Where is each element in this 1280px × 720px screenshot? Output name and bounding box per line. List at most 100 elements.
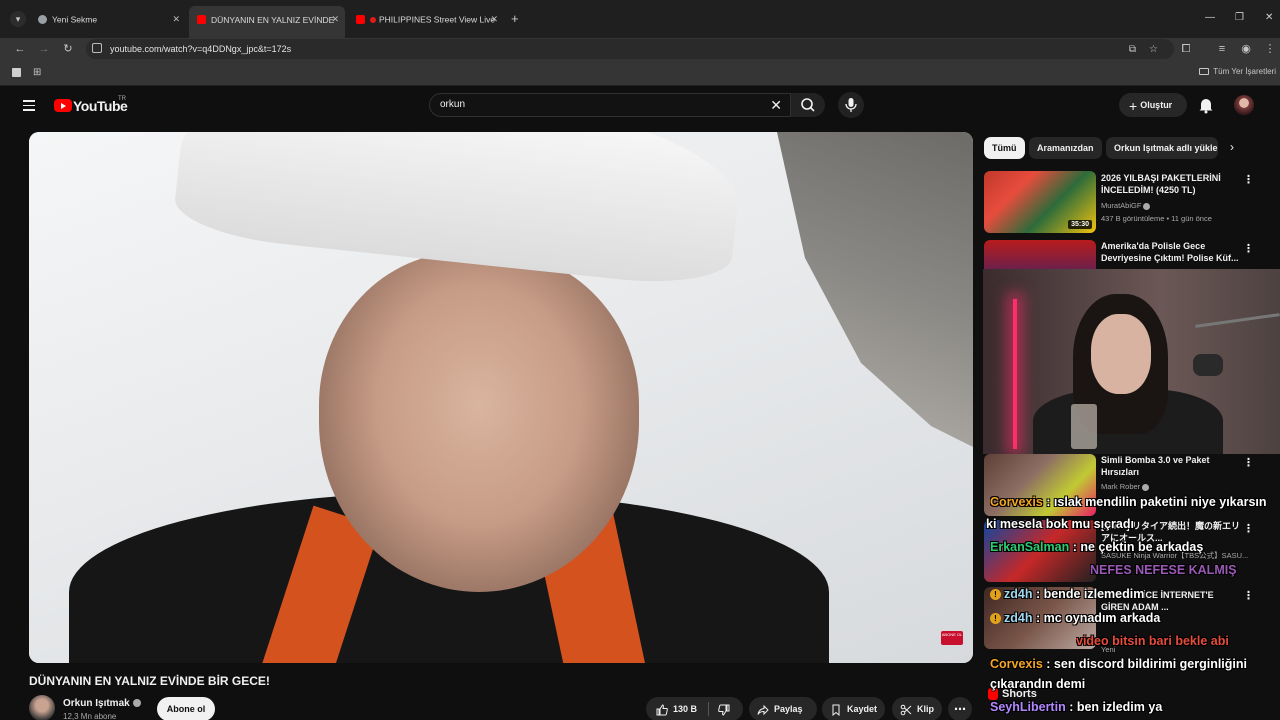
like-button[interactable]: 130 B — [656, 697, 697, 720]
save-label: Kaydet — [847, 704, 878, 714]
media-icon[interactable]: ≡ — [1214, 41, 1230, 57]
create-button[interactable]: + Oluştur — [1119, 93, 1187, 117]
address-bar[interactable]: youtube.com/watch?v=q4DDNgx_jpc&t=172s ⧉… — [86, 39, 1174, 59]
chat-text: çıkarandın demi — [990, 677, 1086, 691]
bookmark-star-icon[interactable]: ☆ — [1149, 43, 1158, 57]
account-avatar[interactable] — [1234, 95, 1254, 115]
all-bookmarks[interactable]: Tüm Yer İşaretleri — [1199, 67, 1276, 76]
tab-groups-icon[interactable]: ⊞ — [33, 67, 41, 78]
chat-message: ! zd4h : mc oynadım arkada — [990, 608, 1280, 628]
recommended-video[interactable]: 35:30 2026 YILBAŞI PAKETLERİNİ İNCELEDİM… — [984, 171, 1259, 233]
country-code: TR — [118, 96, 126, 102]
tab-search-button[interactable]: ▾ — [10, 11, 26, 27]
window-close-icon[interactable]: ✕ — [1265, 12, 1273, 23]
chat-text: mc oynadım arkada — [1043, 611, 1161, 625]
search-input[interactable]: orkun ✕ — [429, 93, 791, 117]
youtube-icon — [197, 15, 206, 25]
share-button[interactable]: Paylaş — [749, 697, 817, 720]
tab-title: Yeni Sekme — [52, 14, 98, 25]
forward-icon[interactable]: → — [36, 41, 52, 57]
chat-message: çıkarandın demi — [990, 674, 1280, 694]
minimize-icon[interactable]: — — [1205, 12, 1215, 23]
profile-icon[interactable]: ◉ — [1238, 41, 1254, 57]
tab-live[interactable]: PHILIPPINES Street View Live ✕ — [348, 9, 504, 30]
video-player[interactable]: ABONE OL — [29, 132, 973, 663]
dislike-button[interactable] — [718, 697, 735, 720]
close-icon[interactable]: ✕ — [172, 9, 180, 30]
live-dot-icon — [370, 16, 376, 23]
chat-username: Corvexis — [990, 495, 1043, 509]
chat-username: zd4h — [1004, 587, 1033, 601]
rec-title[interactable]: 2026 YILBAŞI PAKETLERİNİ İNCELEDİM! (425… — [1101, 172, 1241, 196]
more-actions-button[interactable]: ⋯ — [948, 697, 972, 720]
search-button[interactable] — [791, 93, 825, 117]
video-face — [319, 252, 639, 592]
site-info-icon[interactable] — [92, 43, 102, 53]
tab-video[interactable]: DÜNYANIN EN YALNIZ EVİNDE ✕ — [189, 6, 345, 38]
back-icon[interactable]: ← — [12, 41, 28, 57]
badge-icon: ! — [990, 613, 1001, 625]
subscriber-count: 12,3 Mn abone — [63, 712, 117, 720]
close-icon[interactable]: ✕ — [490, 9, 498, 30]
tab-title: PHILIPPINES Street View Live — [379, 14, 496, 25]
chat-username: Corvexis — [990, 657, 1043, 671]
chip-channel-uploads[interactable]: Orkun Işıtmak adlı yükle — [1106, 137, 1218, 159]
clip-button[interactable]: Klip — [892, 697, 942, 720]
neon-light — [1013, 299, 1017, 449]
chat-message: ki mesela bok mu sıçradı — [986, 514, 1276, 534]
rec-channel[interactable]: MuratAbiGF — [1101, 201, 1151, 210]
more-vert-icon[interactable]: ⋮ — [1243, 242, 1254, 255]
folder-icon — [1199, 68, 1210, 76]
channel-name-text: Orkun Işıtmak — [63, 698, 130, 709]
video-thumbnail[interactable] — [984, 240, 1096, 270]
recommended-video[interactable]: Amerika'da Polisle Gece Devriyesine Çıkt… — [984, 240, 1259, 270]
clear-search-icon[interactable]: ✕ — [770, 97, 782, 113]
reload-icon[interactable]: ↻ — [60, 41, 76, 57]
close-icon[interactable]: ✕ — [331, 6, 339, 32]
notifications-button[interactable] — [1198, 96, 1214, 114]
menu-icon[interactable]: ⋮ — [1262, 41, 1278, 57]
channel-name[interactable]: Orkun Işıtmak — [63, 698, 141, 709]
chat-message: ErkanSalman : ne çektin be arkadaş — [990, 540, 1204, 554]
thumbs-up-icon — [656, 704, 668, 716]
chip-from-search[interactable]: Aramanızdan — [1029, 137, 1102, 159]
tab-title: DÜNYANIN EN YALNIZ EVİNDE — [211, 14, 335, 25]
install-icon[interactable]: ⧉ — [1129, 43, 1136, 57]
search-icon — [801, 98, 815, 112]
like-divider — [708, 702, 709, 716]
voice-search-button[interactable] — [838, 92, 864, 118]
save-button[interactable]: Kaydet — [822, 697, 885, 720]
new-tab-button[interactable]: + — [511, 11, 519, 27]
share-label: Paylaş — [774, 704, 803, 714]
extensions-icon[interactable]: ⧠ — [1178, 41, 1194, 57]
subscribe-button[interactable]: Abone ol — [157, 697, 215, 720]
chat-message: Corvexis : sen discord bildirimi gerginl… — [990, 657, 1248, 671]
chip-all[interactable]: Tümü — [984, 137, 1025, 159]
apps-icon[interactable] — [12, 68, 21, 77]
bell-icon — [1199, 99, 1213, 114]
rec-title[interactable]: Simli Bomba 3.0 ve Paket Hırsızları — [1101, 454, 1241, 478]
search-query: orkun — [440, 99, 466, 110]
more-vert-icon[interactable]: ⋮ — [1243, 173, 1254, 186]
streamer-face — [1091, 314, 1151, 394]
chat-message: video bitsin bari bekle abi — [1076, 631, 1280, 651]
chevron-right-icon[interactable]: › — [1230, 140, 1234, 154]
badge-icon: ! — [990, 589, 1001, 601]
youtube-logo[interactable]: YouTube TR — [54, 96, 128, 114]
maximize-icon[interactable]: ❐ — [1235, 12, 1244, 23]
plus-icon: + — [1129, 97, 1138, 114]
create-label: Oluştur — [1140, 100, 1173, 110]
video-thumbnail[interactable]: 35:30 — [984, 171, 1096, 233]
verified-icon — [1143, 202, 1151, 210]
rec-title[interactable]: Amerika'da Polisle Gece Devriyesine Çıkt… — [1101, 240, 1241, 264]
mic-arm — [1195, 313, 1280, 328]
share-icon — [757, 704, 769, 715]
chat-text: ki mesela bok mu sıçradı — [986, 517, 1134, 531]
tab-new-tab[interactable]: Yeni Sekme ✕ — [30, 9, 186, 30]
more-vert-icon[interactable]: ⋮ — [1243, 456, 1254, 469]
channel-avatar[interactable] — [29, 695, 55, 720]
chat-username: SeyhLibertin — [990, 700, 1066, 714]
subscribe-watermark[interactable]: ABONE OL — [941, 631, 963, 645]
hamburger-menu-icon[interactable] — [23, 100, 35, 111]
rec-channel[interactable]: Mark Rober — [1101, 482, 1150, 491]
